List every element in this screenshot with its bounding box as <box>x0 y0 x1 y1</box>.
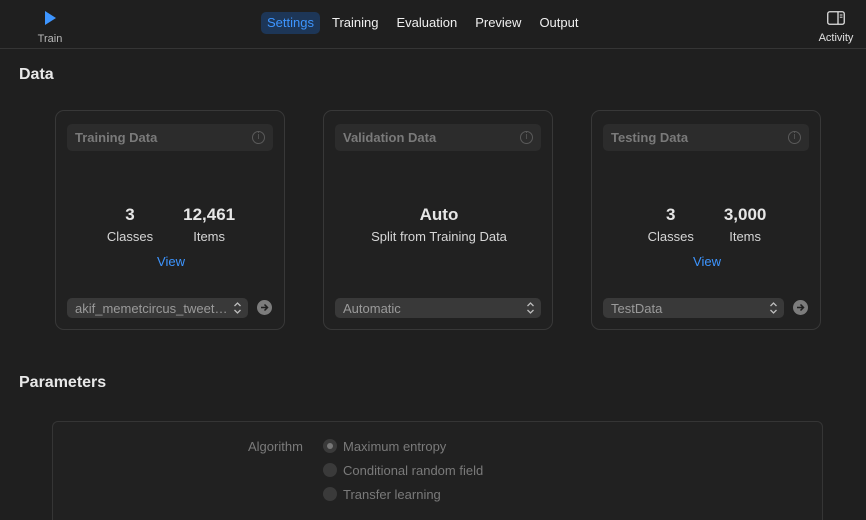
items-label: Items <box>193 229 226 244</box>
picker-value: akif_memetcircus_tweet… <box>75 301 228 316</box>
validation-caption: Split from Training Data <box>371 229 507 244</box>
card-header: Training Data i <box>67 124 273 151</box>
parameters-section-title: Parameters <box>19 374 107 391</box>
card-header: Testing Data i <box>603 124 809 151</box>
tab-evaluation[interactable]: Evaluation <box>390 12 463 34</box>
option-label: Conditional random field <box>343 462 484 478</box>
card-title: Training Data <box>75 130 158 145</box>
items-count: 3,000 <box>723 205 767 224</box>
card-title: Testing Data <box>611 130 689 145</box>
classes-count: 3 <box>125 205 135 224</box>
tab-bar: Settings Training Evaluation Preview Out… <box>261 12 584 34</box>
tab-preview[interactable]: Preview <box>469 12 527 34</box>
activity-label: Activity <box>818 32 854 44</box>
radio-button[interactable] <box>323 463 337 477</box>
algorithm-label: Algorithm <box>248 439 303 454</box>
stats: 3 Classes 3,000 Items <box>592 205 822 244</box>
validation-mode: Auto <box>419 205 459 224</box>
chevron-updown-icon <box>527 302 534 314</box>
view-link[interactable]: View <box>56 254 286 269</box>
info-icon[interactable]: i <box>788 131 801 144</box>
validation-data-picker[interactable]: Automatic <box>335 298 541 318</box>
classes-label: Classes <box>647 229 694 244</box>
chevron-updown-icon <box>770 302 777 314</box>
picker-value: TestData <box>611 301 663 316</box>
testing-data-card: Testing Data i 3 Classes 3,000 Items Vie… <box>591 110 821 330</box>
data-section-title: Data <box>19 66 54 83</box>
info-icon[interactable]: i <box>252 131 265 144</box>
algorithm-option-conditional-random-field[interactable]: Conditional random field <box>323 462 483 478</box>
algorithm-option-maximum-entropy[interactable]: Maximum entropy <box>323 438 446 454</box>
tab-training[interactable]: Training <box>326 12 384 34</box>
items-count: 12,461 <box>183 205 236 224</box>
stats: 3 Classes 12,461 Items <box>56 205 286 244</box>
view-link[interactable]: View <box>592 254 822 269</box>
chevron-updown-icon <box>234 302 241 314</box>
toolbar: Train Settings Training Evaluation Previ… <box>0 0 866 49</box>
radio-button[interactable] <box>323 439 337 453</box>
training-data-card: Training Data i 3 Classes 12,461 Items V… <box>55 110 285 330</box>
classes-count: 3 <box>665 205 676 224</box>
arrow-right-circle-icon[interactable] <box>257 300 272 315</box>
classes-stat: 3 Classes <box>107 205 153 244</box>
items-stat: 12,461 Items <box>183 205 235 244</box>
activity-button[interactable]: Activity <box>808 8 864 46</box>
option-label: Transfer learning <box>343 486 441 502</box>
algorithm-option-transfer-learning[interactable]: Transfer learning <box>323 486 441 502</box>
classes-label: Classes <box>106 229 154 244</box>
radio-button[interactable] <box>323 487 337 501</box>
option-label: Maximum entropy <box>343 438 447 454</box>
items-stat: 3,000 Items <box>724 205 767 244</box>
tab-output[interactable]: Output <box>533 12 584 34</box>
auto-block: Auto Split from Training Data <box>324 205 554 244</box>
info-icon[interactable]: i <box>520 131 533 144</box>
sidebar-icon <box>827 11 845 25</box>
tab-settings[interactable]: Settings <box>261 12 320 34</box>
validation-data-card: Validation Data i Auto Split from Traini… <box>323 110 553 330</box>
train-label: Train <box>37 33 63 45</box>
arrow-right-circle-icon[interactable] <box>793 300 808 315</box>
play-icon <box>45 11 56 25</box>
classes-stat: 3 Classes <box>648 205 694 244</box>
picker-value: Automatic <box>343 301 401 316</box>
items-label: Items <box>729 229 762 244</box>
card-header: Validation Data i <box>335 124 541 151</box>
testing-data-picker[interactable]: TestData <box>603 298 784 318</box>
training-data-picker[interactable]: akif_memetcircus_tweet… <box>67 298 248 318</box>
card-title: Validation Data <box>343 130 437 145</box>
train-button[interactable]: Train <box>28 8 72 46</box>
